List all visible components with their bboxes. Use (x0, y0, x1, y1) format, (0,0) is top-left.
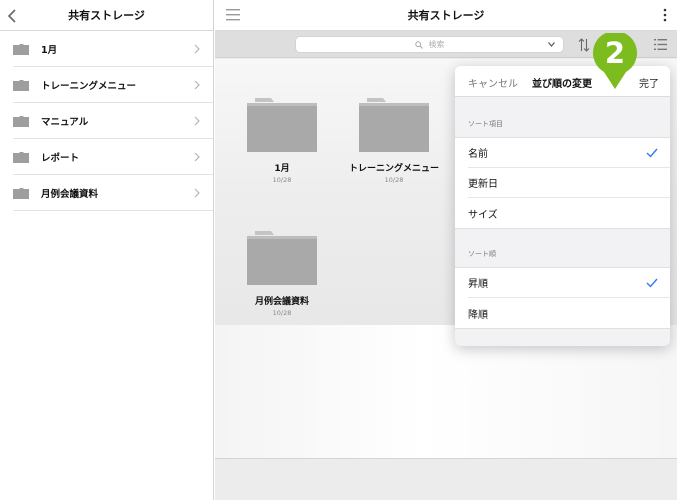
done-button[interactable]: 完了 (639, 75, 659, 90)
hamburger-menu-icon[interactable] (226, 9, 240, 21)
folder-icon (247, 98, 317, 152)
chevron-right-icon (194, 80, 200, 90)
folder-tile-monthly-meeting[interactable]: 月例会議資料 10/28 (227, 229, 337, 317)
sort-option-updated[interactable]: 更新日 (468, 168, 670, 198)
sort-order-ascending[interactable]: 昇順 (468, 268, 670, 298)
folder-name: 1月 (274, 164, 290, 174)
sort-order-options: 昇順 降順 (455, 267, 670, 329)
chevron-right-icon (194, 152, 200, 162)
popover-title: 並び順の変更 (532, 79, 592, 90)
folder-date: 10/28 (384, 176, 404, 184)
list-view-icon[interactable] (654, 39, 667, 50)
sidebar-item-1gatsu[interactable]: 1月 (13, 31, 213, 67)
sidebar-header: 共有ストレージ (0, 0, 213, 31)
folder-name: 月例会議資料 (254, 297, 309, 307)
sort-item-options: 名前 更新日 サイズ (455, 137, 670, 229)
sidebar-item-manual[interactable]: マニュアル (13, 103, 213, 139)
option-label: 降順 (468, 309, 488, 321)
folder-icon (359, 98, 429, 152)
chevron-right-icon (194, 188, 200, 198)
option-label: 昇順 (468, 279, 488, 290)
sidebar-item-label: 1月 (41, 44, 58, 56)
folder-icon (13, 151, 29, 163)
step-marker-badge: 2 (591, 30, 639, 91)
sidebar-item-training-menu[interactable]: トレーニングメニュー (13, 67, 213, 103)
option-label: 更新日 (468, 179, 498, 190)
main-header: 共有ストレージ (215, 0, 677, 31)
cancel-button[interactable]: キャンセル (468, 75, 518, 90)
folder-icon (13, 43, 29, 55)
folder-icon (13, 187, 29, 199)
search-input[interactable]: 検索 (295, 36, 564, 53)
chevron-right-icon (194, 116, 200, 126)
folder-date: 10/28 (272, 176, 292, 184)
sidebar-title: 共有ストレージ (68, 9, 145, 22)
main-footer (215, 458, 677, 500)
folder-name: トレーニングメニュー (348, 164, 439, 174)
sort-option-name[interactable]: 名前 (468, 138, 670, 168)
search-icon (414, 40, 423, 49)
sidebar-item-monthly-meeting[interactable]: 月例会議資料 (13, 175, 213, 211)
search-placeholder: 検索 (428, 40, 445, 49)
sidebar-item-report[interactable]: レポート (13, 139, 213, 175)
sidebar-item-label: マニュアル (41, 116, 89, 128)
step-number: 2 (604, 36, 626, 70)
sidebar-item-label: トレーニングメニュー (41, 80, 137, 92)
option-label: サイズ (468, 209, 498, 221)
folder-tile-training-menu[interactable]: トレーニングメニュー 10/28 (339, 96, 449, 184)
sort-popover: キャンセル 並び順の変更 完了 ソート項目 名前 更新日 サイズ ソート順 昇順… (455, 66, 670, 346)
sidebar: 共有ストレージ 1月 トレーニングメニュー マニュアル レポート 月例会議資料 (0, 0, 214, 500)
sort-order-descending[interactable]: 降順 (468, 298, 670, 328)
folder-icon (13, 79, 29, 91)
sort-option-size[interactable]: サイズ (468, 198, 670, 228)
folder-icon (13, 115, 29, 127)
folder-tile-1gatsu[interactable]: 1月 10/28 (227, 96, 337, 184)
sidebar-item-label: レポート (41, 152, 80, 164)
more-vertical-icon[interactable] (663, 8, 667, 22)
checkmark-icon (646, 278, 658, 288)
sidebar-folder-list: 1月 トレーニングメニュー マニュアル レポート 月例会議資料 (0, 31, 213, 211)
checkmark-icon (646, 148, 658, 158)
back-chevron-icon[interactable] (6, 8, 20, 24)
option-label: 名前 (468, 149, 488, 160)
chevron-right-icon (194, 44, 200, 54)
chevron-down-icon[interactable] (548, 42, 555, 47)
sort-icon[interactable] (578, 38, 590, 52)
folder-date: 10/28 (272, 309, 292, 317)
page-title: 共有ストレージ (407, 9, 485, 22)
sort-order-section-label: ソート順 (468, 250, 496, 258)
folder-icon (247, 231, 317, 285)
sort-item-section-label: ソート項目 (468, 120, 503, 128)
sidebar-item-label: 月例会議資料 (41, 188, 99, 200)
